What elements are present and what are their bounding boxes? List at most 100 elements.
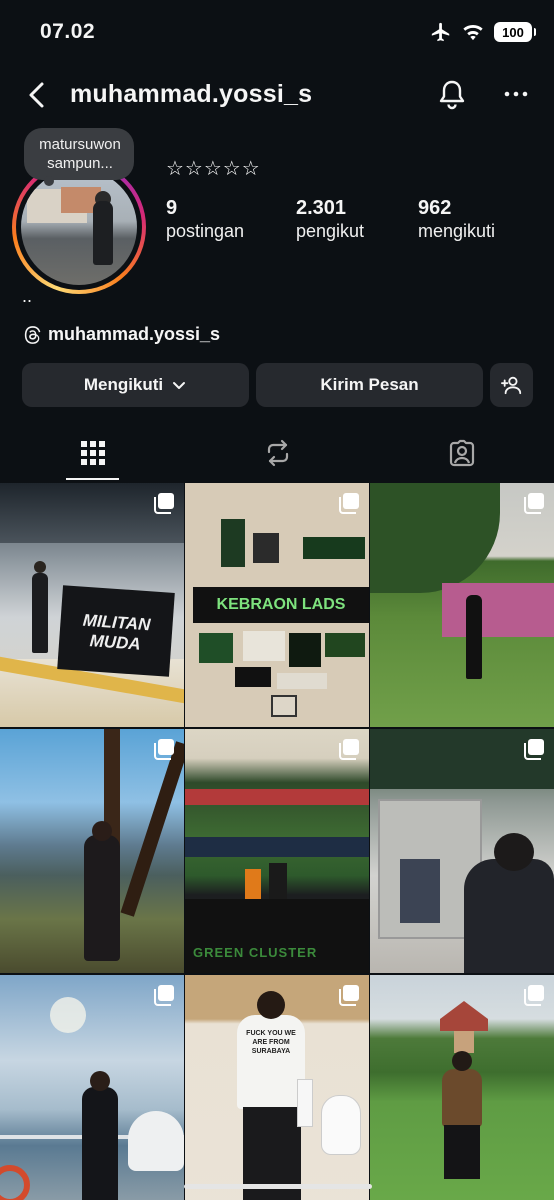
post-2-sticker [277,673,327,689]
page-title: muhammad.yossi_s [70,80,313,108]
threads-username: muhammad.yossi_s [48,324,221,344]
profile-header: muhammad.yossi_s [0,70,554,120]
carousel-icon [154,739,174,760]
post-2-sticker [289,633,321,667]
post-9-person-legs [444,1125,480,1179]
post-6-reflection [400,859,440,923]
post-7[interactable] [0,975,184,1200]
notifications-button[interactable] [436,78,468,110]
post-6-person-head [494,833,534,871]
post-7-lifeboat [128,1111,184,1171]
followers-label: pengikut [296,221,365,241]
post-9-gazebo-base [454,1031,474,1053]
post-9[interactable] [370,975,554,1200]
active-tab-indicator [66,478,119,480]
followers-stat[interactable]: 2.301 pengikut [296,196,364,242]
rating-stars: ☆☆☆☆☆ [166,158,261,180]
following-button[interactable]: Mengikuti [22,363,249,407]
note-bubble[interactable]: matursuwon sampun... [24,128,134,186]
carousel-icon [339,493,359,514]
bell-icon [439,80,465,110]
post-1-person [32,573,48,653]
status-icons: 100 [430,21,536,43]
following-count: 962 [418,197,452,219]
posts-grid: MILITAN MUDA KEBRAON LADS GREEN CLUSTER … [0,483,554,1200]
post-2-sticker [199,633,233,663]
post-2-sticker [243,631,285,661]
suggest-people-button[interactable] [490,363,533,407]
grid-icon [80,441,105,465]
post-6[interactable] [370,729,554,973]
posts-count-stat[interactable]: 9 postingan [166,196,244,242]
profile-tabs [0,424,554,482]
post-7-lifebuoy [0,1165,30,1200]
following-button-label: Mengikuti [83,375,164,394]
tagged-icon [449,439,474,467]
carousel-icon [339,985,359,1006]
avatar-person [93,201,113,265]
tab-reposts[interactable] [185,424,370,482]
post-3[interactable] [370,483,554,727]
following-label: mengikuti [418,221,496,241]
post-8-urinal [297,1079,313,1127]
threads-icon [24,325,41,344]
post-1[interactable]: MILITAN MUDA [0,483,184,727]
post-1-banner: MILITAN MUDA [57,585,175,677]
post-8[interactable]: FUCK YOU WE ARE FROM SURABAYA [185,975,369,1200]
post-5-person [269,863,287,899]
threads-link[interactable]: muhammad.yossi_s [22,324,220,345]
message-button[interactable]: Kirim Pesan [256,363,483,407]
post-1-person-head [34,561,46,573]
post-7-sun [50,997,86,1033]
post-3-hill [370,483,500,593]
tab-tagged[interactable] [369,424,554,482]
post-4-person-head [92,821,112,841]
post-8-tshirt: FUCK YOU WE ARE FROM SURABAYA [237,1015,305,1109]
post-5[interactable]: GREEN CLUSTER [185,729,369,973]
post-5-banners [185,837,369,857]
carousel-icon [524,493,544,514]
avatar-photo [21,169,137,285]
message-button-label: Kirim Pesan [320,375,419,394]
post-4[interactable] [0,729,184,973]
post-4-person [84,835,120,961]
tab-posts-grid[interactable] [0,424,185,482]
followers-count: 2.301 [296,197,347,219]
home-indicator[interactable] [184,1184,372,1189]
post-2-sticker [303,537,365,559]
back-button[interactable] [22,80,52,110]
posts-count: 9 [166,197,178,219]
chevron-left-icon [29,82,44,108]
following-stat[interactable]: 962 mengikuti [418,196,495,242]
carousel-icon [339,739,359,760]
status-bar: 07.02 100 [0,0,554,64]
post-3-graffiti-wall [442,583,554,637]
post-9-gazebo [440,1001,488,1031]
battery-level: 100 [502,24,524,40]
bio-text: .. [22,286,33,306]
more-horizontal-icon [504,91,528,97]
status-time: 07.02 [40,20,96,43]
post-2-sticker [235,667,271,687]
add-person-icon [500,376,521,395]
post-6-person [464,859,554,973]
wifi-icon [463,25,483,41]
post-3-person [466,595,482,679]
carousel-icon [154,493,174,514]
post-9-person [442,1069,482,1127]
more-options-button[interactable] [500,78,532,110]
chevron-down-icon [173,382,186,389]
post-2[interactable]: KEBRAON LADS [185,483,369,727]
post-9-person-head [452,1051,472,1071]
post-2-kebraon-sticker: KEBRAON LADS [193,587,369,623]
post-7-person [82,1087,118,1200]
post-5-stands [185,789,369,805]
avatar[interactable] [12,160,146,294]
avatar-border [16,164,142,290]
post-2-sticker [271,695,297,717]
post-2-sticker [253,533,279,563]
repost-icon [267,439,288,467]
posts-label: postingan [166,221,245,241]
battery-icon: 100 [494,22,536,42]
post-5-person [245,869,261,899]
